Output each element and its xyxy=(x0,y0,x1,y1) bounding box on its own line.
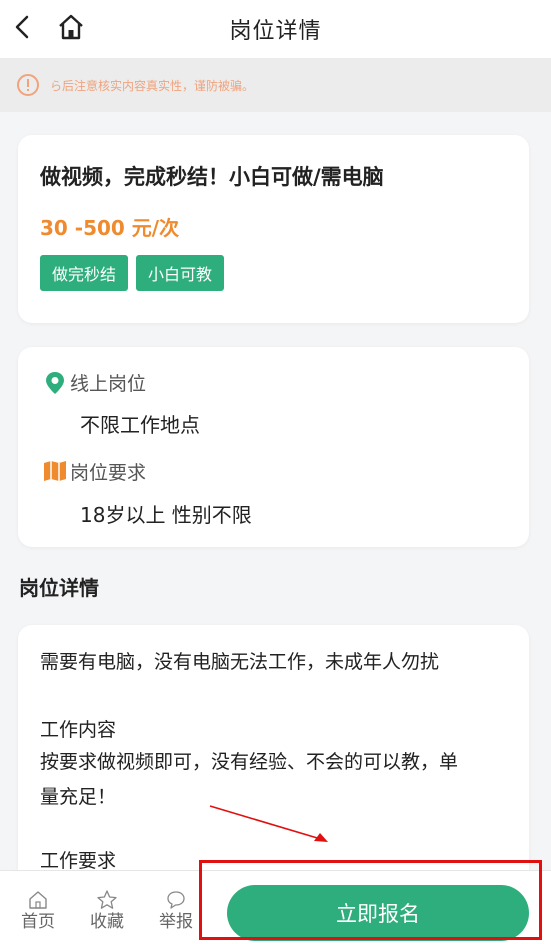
page-title: 岗位详情 xyxy=(229,19,322,44)
fraud-notice-banner: ら后注意核实内容真实性，谨防被骗。 xyxy=(0,58,551,112)
nav-favorite[interactable]: 收藏 xyxy=(82,889,132,932)
job-summary-card: 做视频，完成秒结！小白可做/需电脑 30 -500 元/次 做完秒结 小白可教 xyxy=(18,135,529,323)
top-header: 岗位详情 xyxy=(0,0,551,58)
nav-report-label: 举报 xyxy=(159,912,193,932)
map-icon xyxy=(44,461,66,481)
job-info-card: 线上岗位 不限工作地点 岗位要求 18岁以上 性别不限 xyxy=(18,347,529,547)
notice-text: ら后注意核实内容真实性，谨防被骗。 xyxy=(50,78,255,93)
info-circle-icon xyxy=(17,74,39,96)
detail-line: 量充足！ xyxy=(40,786,117,808)
detail-line: 工作内容 xyxy=(40,719,117,741)
location-pin-icon xyxy=(46,372,64,394)
job-details-card: 需要有电脑，没有电脑无法工作，未成年人勿扰 工作内容 按要求做视频即可，没有经验… xyxy=(18,625,529,885)
location-label: 线上岗位 xyxy=(70,373,147,395)
job-title: 做视频，完成秒结！小白可做/需电脑 xyxy=(40,165,384,189)
job-tag: 小白可教 xyxy=(136,255,225,291)
nav-report[interactable]: 举报 xyxy=(151,889,201,932)
location-value: 不限工作地点 xyxy=(80,413,200,437)
detail-line: 按要求做视频即可，没有经验、不会的可以教，单 xyxy=(40,751,459,773)
home-icon[interactable] xyxy=(56,12,86,42)
bottom-action-bar: 首页 收藏 举报 立即报名 xyxy=(0,870,551,944)
nav-favorite-label: 收藏 xyxy=(90,912,124,932)
apply-button[interactable]: 立即报名 xyxy=(227,885,529,941)
job-salary: 30 -500 元/次 xyxy=(40,216,180,240)
job-tags: 做完秒结 小白可教 xyxy=(40,255,225,291)
requirement-label: 岗位要求 xyxy=(70,462,147,484)
requirement-value: 18岁以上 性别不限 xyxy=(80,503,252,527)
detail-line: 需要有电脑，没有电脑无法工作，未成年人勿扰 xyxy=(40,651,440,673)
nav-home[interactable]: 首页 xyxy=(13,889,63,932)
job-tag: 做完秒结 xyxy=(40,255,129,291)
chevron-left-icon[interactable] xyxy=(8,12,38,42)
nav-home-label: 首页 xyxy=(21,912,55,932)
section-title: 岗位详情 xyxy=(19,576,99,600)
